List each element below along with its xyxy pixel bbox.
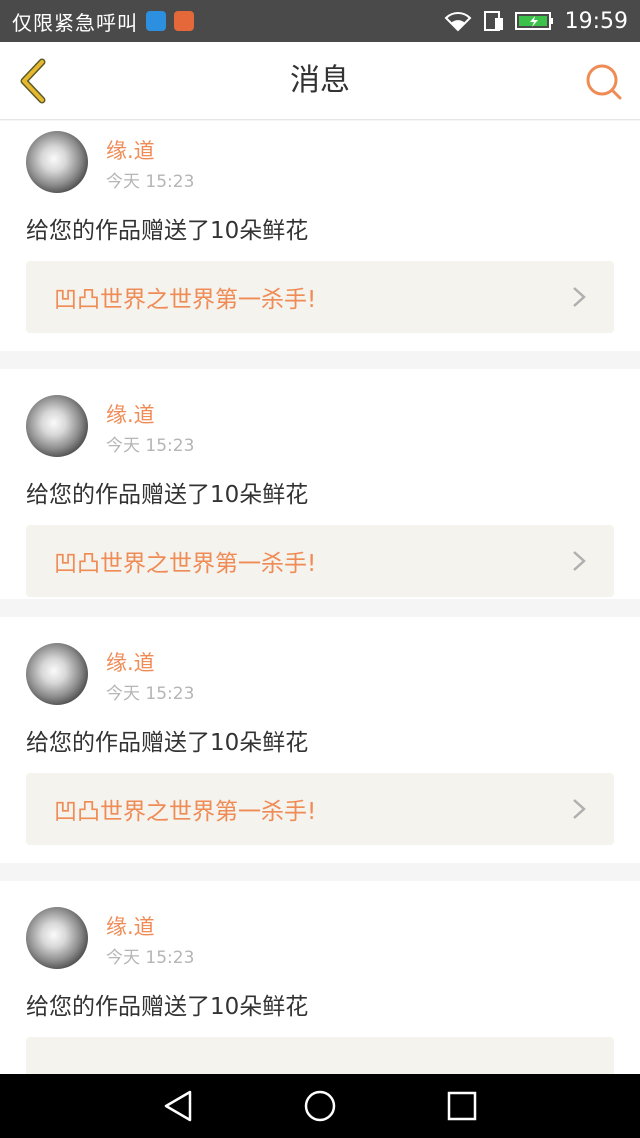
work-link[interactable]: 凹凸世界之世界第一杀手! xyxy=(26,525,614,597)
sim-icon xyxy=(483,11,503,31)
message-card: 缘.道 今天 15:23 给您的作品赠送了10朵鲜花 凹凸世界之世界第一杀手! xyxy=(0,369,640,599)
message-time: 今天 15:23 xyxy=(106,684,195,704)
chevron-right-icon xyxy=(573,551,586,571)
avatar[interactable] xyxy=(26,643,88,705)
message-card: 缘.道 今天 15:23 给您的作品赠送了10朵鲜花 凹凸世界之世界第一杀手! xyxy=(0,617,640,863)
status-bar: 仅限紧急呼叫 19:59 xyxy=(0,0,640,42)
carrier-label: 仅限紧急呼叫 xyxy=(12,10,138,35)
system-nav-bar xyxy=(0,1074,640,1138)
nav-bar: 消息 xyxy=(0,42,640,120)
message-card: 缘.道 今天 15:23 给您的作品赠送了10朵鲜花 凹凸世界之世界第一杀手! xyxy=(0,121,640,351)
work-title: 凹凸世界之世界第一杀手! xyxy=(54,799,317,825)
message-time: 今天 15:23 xyxy=(106,948,195,968)
message-card: 缘.道 今天 15:23 给您的作品赠送了10朵鲜花 xyxy=(0,881,640,1074)
work-link[interactable] xyxy=(26,1037,614,1074)
wifi-icon xyxy=(444,12,472,32)
recents-nav-icon[interactable] xyxy=(444,1088,480,1124)
battery-icon xyxy=(514,12,553,30)
app-notification-icon xyxy=(174,11,194,31)
avatar[interactable] xyxy=(26,131,88,193)
page-title: 消息 xyxy=(290,63,350,98)
message-notification-icon xyxy=(146,11,166,31)
avatar[interactable] xyxy=(26,907,88,969)
work-title: 凹凸世界之世界第一杀手! xyxy=(54,551,317,577)
user-name[interactable]: 缘.道 xyxy=(106,647,155,677)
chevron-right-icon xyxy=(573,799,586,819)
user-name[interactable]: 缘.道 xyxy=(106,399,155,429)
work-link[interactable]: 凹凸世界之世界第一杀手! xyxy=(26,261,614,333)
message-list: 缘.道 今天 15:23 给您的作品赠送了10朵鲜花 凹凸世界之世界第一杀手! … xyxy=(0,121,640,1074)
avatar[interactable] xyxy=(26,395,88,457)
user-name[interactable]: 缘.道 xyxy=(106,911,155,941)
message-time: 今天 15:23 xyxy=(106,172,195,192)
home-nav-icon[interactable] xyxy=(302,1088,338,1124)
message-text: 给您的作品赠送了10朵鲜花 xyxy=(26,730,309,756)
work-link[interactable]: 凹凸世界之世界第一杀手! xyxy=(26,773,614,845)
message-text: 给您的作品赠送了10朵鲜花 xyxy=(26,482,309,508)
clock: 19:59 xyxy=(564,8,628,34)
search-icon[interactable] xyxy=(584,62,624,102)
work-title: 凹凸世界之世界第一杀手! xyxy=(54,287,317,313)
user-name[interactable]: 缘.道 xyxy=(106,135,155,165)
chevron-right-icon xyxy=(573,287,586,307)
message-text: 给您的作品赠送了10朵鲜花 xyxy=(26,218,309,244)
back-nav-icon[interactable] xyxy=(160,1088,196,1124)
message-time: 今天 15:23 xyxy=(106,436,195,456)
message-text: 给您的作品赠送了10朵鲜花 xyxy=(26,994,309,1020)
